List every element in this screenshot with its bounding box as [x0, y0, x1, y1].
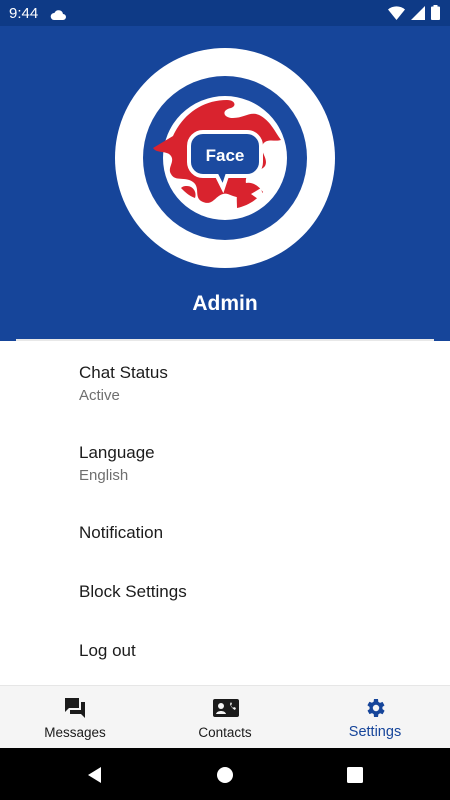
setting-block-settings[interactable]: Block Settings [79, 582, 187, 602]
signal-icon [411, 5, 425, 25]
setting-log-out[interactable]: Log out [79, 641, 136, 661]
nav-contacts[interactable]: Contacts [150, 686, 300, 749]
recents-icon[interactable] [344, 764, 366, 786]
setting-title: Notification [79, 523, 164, 542]
setting-value: English [79, 467, 129, 484]
back-icon[interactable] [84, 764, 106, 786]
logo-text: Face [206, 146, 245, 165]
setting-notification[interactable]: Notification [79, 523, 163, 543]
status-time: 9:44 [9, 5, 39, 22]
home-icon[interactable] [214, 764, 236, 786]
messages-icon [63, 696, 87, 720]
divider [16, 339, 434, 341]
bottom-nav: Messages Contacts Settings [0, 685, 450, 748]
profile-header: Face Admin [0, 26, 450, 341]
cloud-icon [50, 7, 66, 25]
wifi-icon [388, 5, 405, 25]
system-nav-bar [0, 748, 450, 800]
avatar[interactable]: Face [115, 48, 335, 268]
setting-title: Log out [79, 641, 136, 660]
setting-chat-status[interactable]: Chat Status Active [79, 363, 168, 404]
setting-title: Language [79, 443, 155, 462]
setting-value: Active [79, 387, 120, 404]
battery-icon [431, 5, 440, 25]
nav-label: Messages [44, 725, 106, 740]
nav-messages[interactable]: Messages [0, 686, 150, 749]
nav-label: Contacts [198, 725, 252, 740]
nav-settings[interactable]: Settings [300, 686, 450, 749]
profile-name: Admin [192, 292, 258, 315]
contacts-icon [213, 696, 239, 720]
nav-label: Settings [348, 724, 402, 740]
setting-title: Chat Status [79, 363, 168, 382]
setting-language[interactable]: Language English [79, 443, 155, 484]
app-logo: Face [143, 76, 307, 240]
gear-icon [363, 696, 387, 720]
setting-title: Block Settings [79, 582, 187, 601]
status-bar: 9:44 [0, 0, 450, 26]
